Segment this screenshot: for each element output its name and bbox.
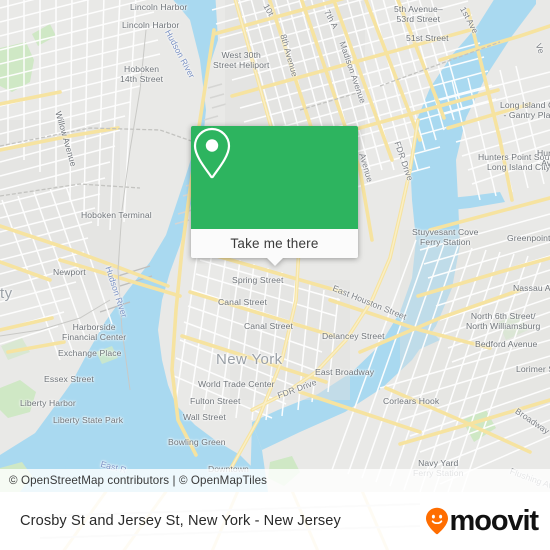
attribution-text[interactable]: © OpenStreetMap contributors | © OpenMap… — [0, 474, 267, 487]
popup-header — [191, 126, 358, 229]
popup-footer[interactable]: Take me there — [191, 229, 358, 266]
location-popup-card[interactable]: Take me there — [191, 126, 358, 266]
moovit-wordmark: moovit — [449, 504, 540, 537]
moovit-smiley-pin-icon — [425, 507, 448, 535]
location-title: Crosby St and Jersey St, New York - New … — [20, 513, 341, 529]
moovit-map-screenshot: Lincoln Harbor Lincoln Harbor Hoboken 14th… — [0, 0, 550, 550]
map-pin-icon — [193, 127, 231, 179]
popup-pointer-tail — [265, 257, 284, 266]
moovit-logo[interactable]: moovit — [425, 504, 550, 537]
map-attribution-bar: © OpenStreetMap contributors | © OpenMap… — [0, 469, 550, 492]
footer-bar: Crosby St and Jersey St, New York - New … — [0, 492, 550, 550]
map-canvas[interactable]: Lincoln Harbor Lincoln Harbor Hoboken 14th… — [0, 0, 550, 492]
take-me-there-button[interactable]: Take me there — [230, 236, 318, 251]
